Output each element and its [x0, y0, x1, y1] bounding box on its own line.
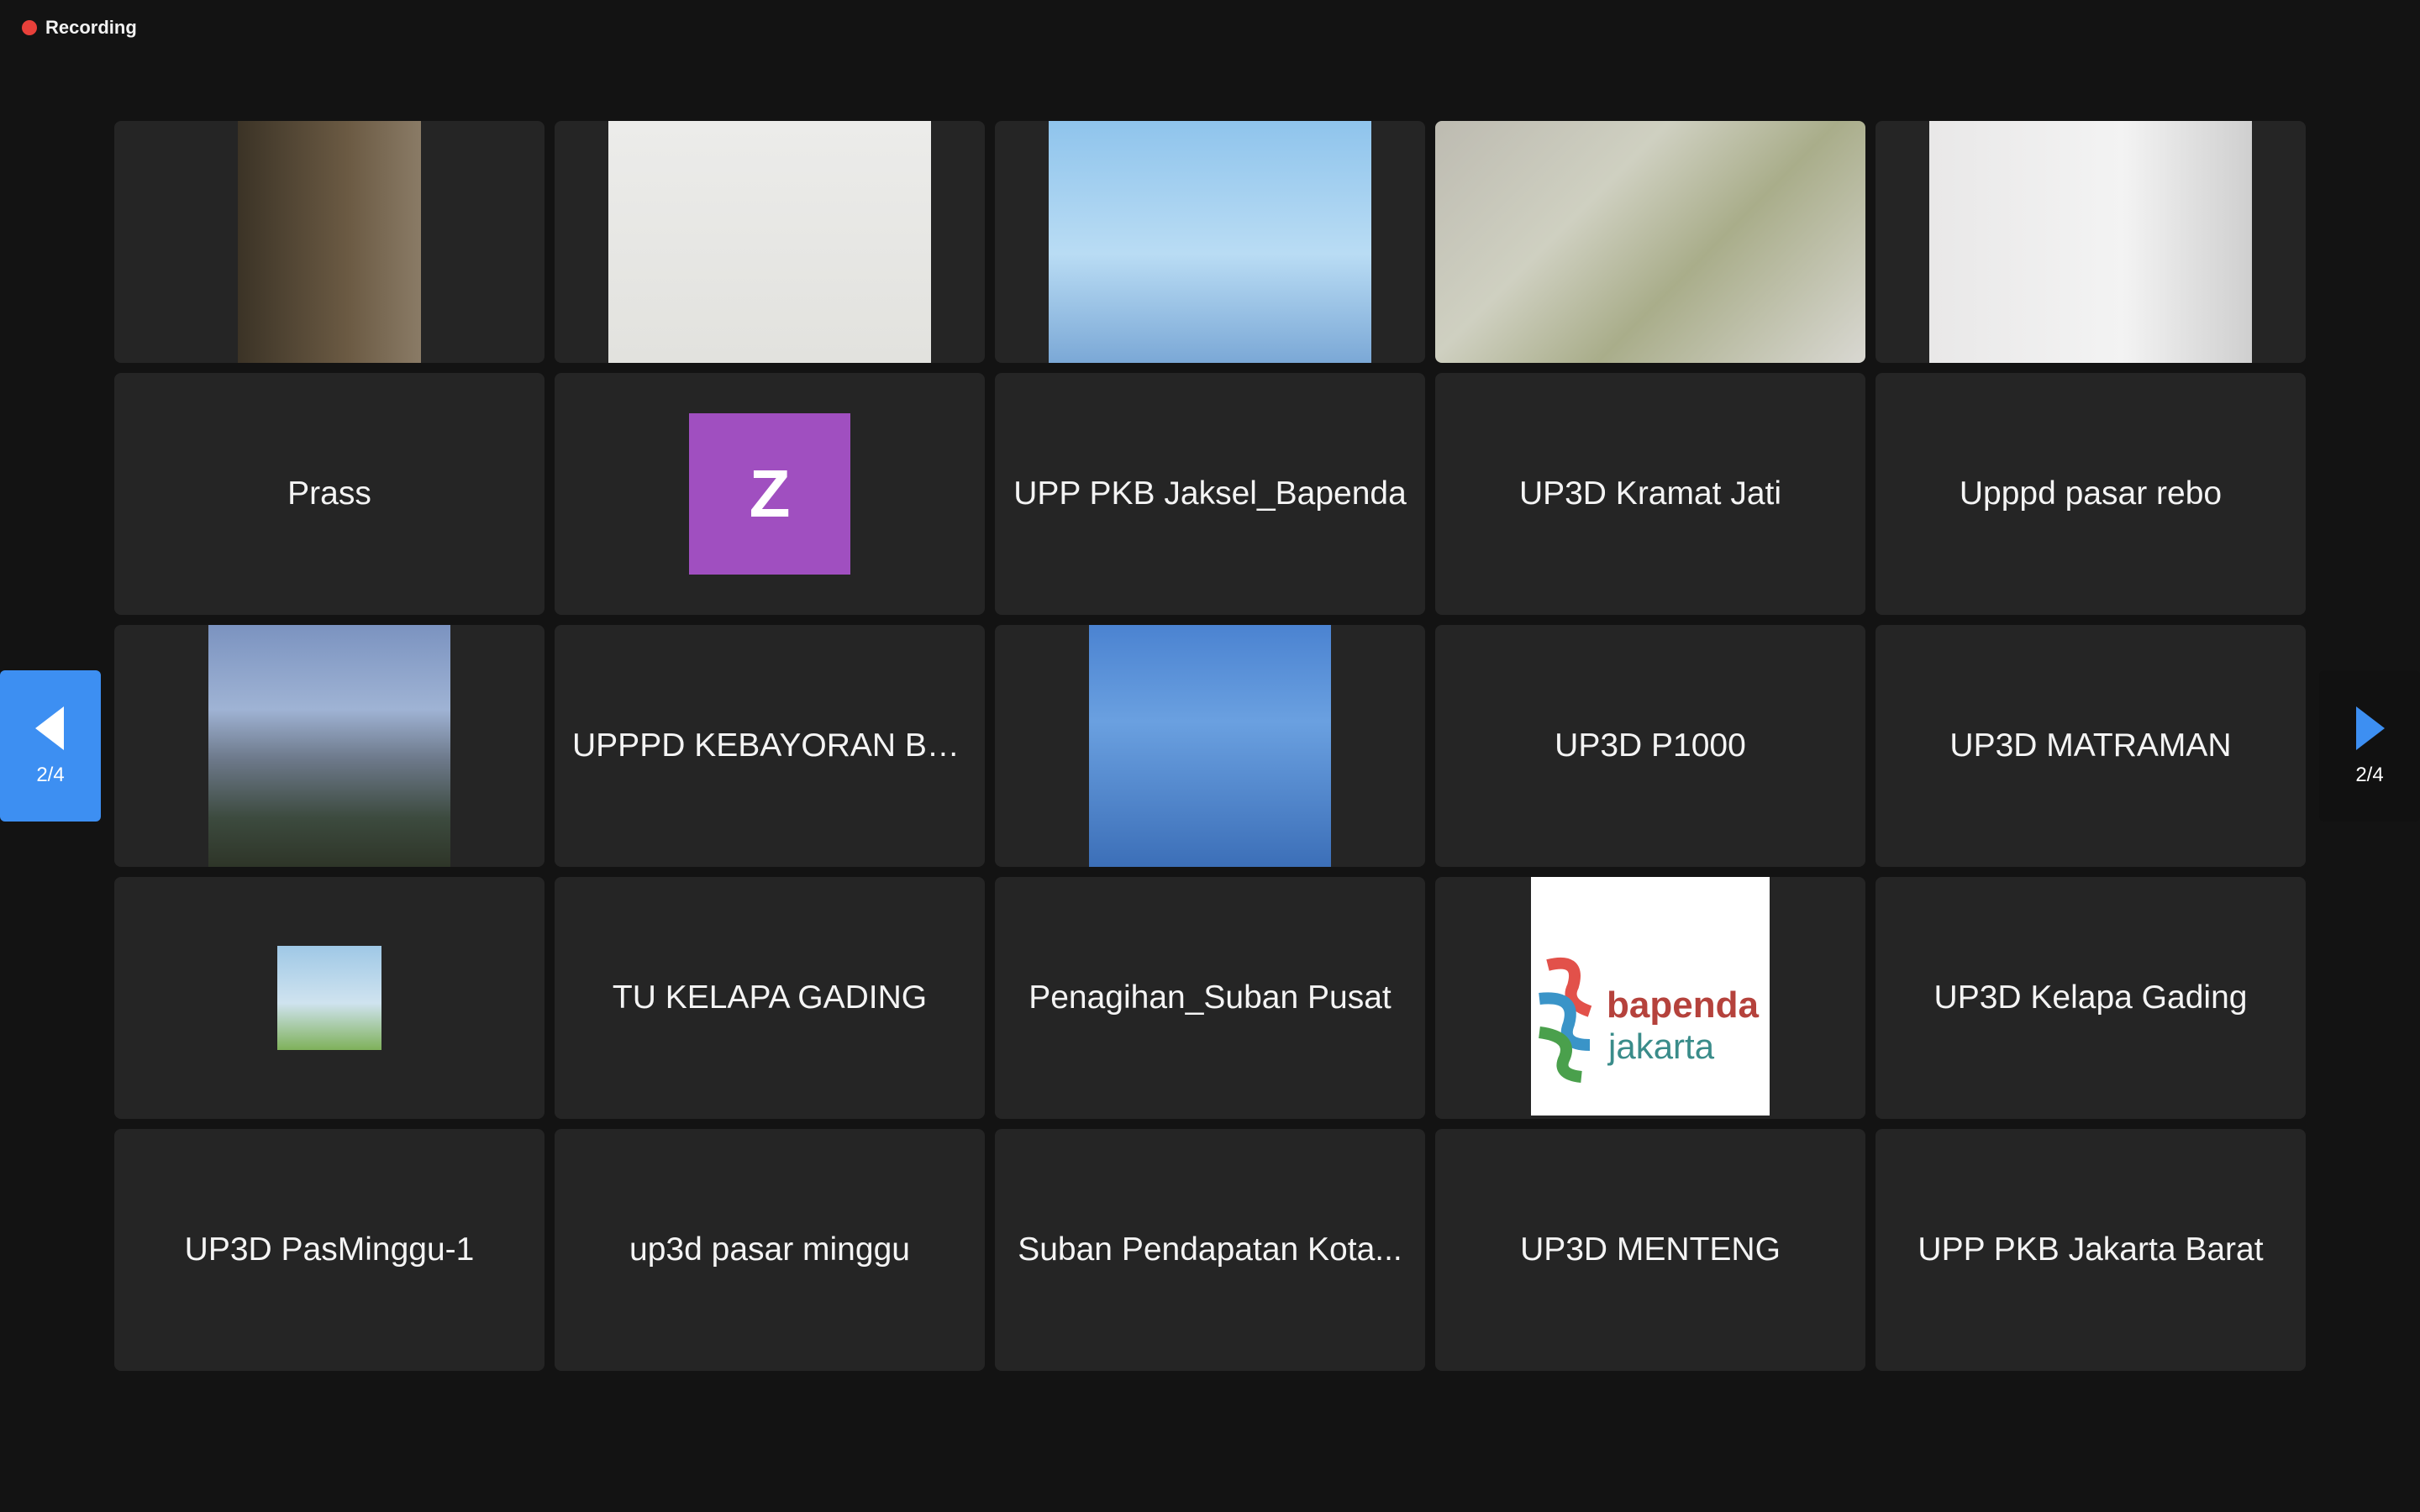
chevron-left-icon: [35, 706, 64, 750]
previous-page-button[interactable]: 2/4: [0, 670, 101, 822]
participant-tile[interactable]: UPP PKB Jaksel_Bapenda: [995, 373, 1425, 615]
participant-tile[interactable]: up3d pasar minggu: [555, 1129, 985, 1371]
participant-profile-photo: [1089, 625, 1331, 867]
participant-video: [1049, 121, 1371, 363]
participant-tile[interactable]: Suban Pendapatan Kota...: [995, 1129, 1425, 1371]
participant-name: UPPPD KEBAYORAN BA...: [572, 727, 967, 764]
participant-video: [608, 121, 931, 363]
participant-tile[interactable]: [114, 877, 544, 1119]
participant-tile[interactable]: UPP PKB Jakarta Barat: [1876, 1129, 2306, 1371]
page-indicator: 2/4: [36, 764, 65, 786]
participant-tile[interactable]: Upppd pasar rebo: [1876, 373, 2306, 615]
participant-tile[interactable]: Z: [555, 373, 985, 615]
participant-tile[interactable]: UPPPD KEBAYORAN BA...: [555, 625, 985, 867]
participant-tile[interactable]: Penagihan_Suban Pusat: [995, 877, 1425, 1119]
participant-name: Penagihan_Suban Pusat: [1028, 979, 1392, 1016]
participant-name: UPP PKB Jaksel_Bapenda: [1013, 475, 1407, 512]
participant-video: [238, 121, 421, 363]
participant-tile[interactable]: bapenda jakarta: [1435, 877, 1865, 1119]
participant-tile[interactable]: UP3D PasMinggu-1: [114, 1129, 544, 1371]
participant-video: [1435, 121, 1865, 363]
participant-name: UPP PKB Jakarta Barat: [1918, 1231, 2264, 1268]
participant-tile[interactable]: [995, 625, 1425, 867]
recording-label: Recording: [45, 17, 137, 38]
participant-profile-photo: [277, 946, 381, 1050]
participant-profile-photo: [208, 625, 450, 867]
participant-name: Prass: [287, 475, 371, 512]
chevron-right-icon: [2356, 706, 2385, 750]
logo-text-primary: bapenda: [1607, 984, 1759, 1026]
participant-name: Upppd pasar rebo: [1959, 475, 2223, 512]
recording-dot-icon: [22, 20, 37, 35]
participant-tile[interactable]: UP3D MATRAMAN: [1876, 625, 2306, 867]
participant-name: TU KELAPA GADING: [612, 979, 928, 1016]
participant-tile[interactable]: UP3D P1000: [1435, 625, 1865, 867]
participant-tile[interactable]: [995, 121, 1425, 363]
page-indicator: 2/4: [2355, 764, 2384, 786]
participant-name: UP3D Kramat Jati: [1518, 475, 1782, 512]
recording-indicator: Recording: [22, 15, 137, 40]
participant-tile[interactable]: [555, 121, 985, 363]
participant-name: UP3D PasMinggu-1: [184, 1231, 475, 1268]
participant-grid: Prass Z UPP PKB Jaksel_Bapenda UP3D Kram…: [114, 121, 2306, 1371]
participant-tile[interactable]: [1876, 121, 2306, 363]
bapenda-logo: bapenda jakarta: [1531, 877, 1770, 1116]
participant-tile[interactable]: [114, 625, 544, 867]
participant-name: UP3D Kelapa Gading: [1933, 979, 2248, 1016]
participant-tile[interactable]: UP3D Kelapa Gading: [1876, 877, 2306, 1119]
participant-tile[interactable]: TU KELAPA GADING: [555, 877, 985, 1119]
participant-tile[interactable]: Prass: [114, 373, 544, 615]
participant-tile[interactable]: UP3D MENTENG: [1435, 1129, 1865, 1371]
logo-text-secondary: jakarta: [1608, 1026, 1715, 1066]
participant-tile[interactable]: [1435, 121, 1865, 363]
participant-tile[interactable]: [114, 121, 544, 363]
participant-avatar: Z: [689, 413, 850, 575]
participant-name: Suban Pendapatan Kota...: [1018, 1231, 1402, 1268]
participant-video: [1929, 121, 2252, 363]
next-page-button[interactable]: 2/4: [2319, 670, 2420, 822]
participant-name: UP3D P1000: [1555, 727, 1746, 764]
participant-tile[interactable]: UP3D Kramat Jati: [1435, 373, 1865, 615]
participant-name: UP3D MATRAMAN: [1949, 727, 2232, 764]
participant-name: UP3D MENTENG: [1520, 1231, 1781, 1268]
participant-name: up3d pasar minggu: [629, 1231, 910, 1268]
